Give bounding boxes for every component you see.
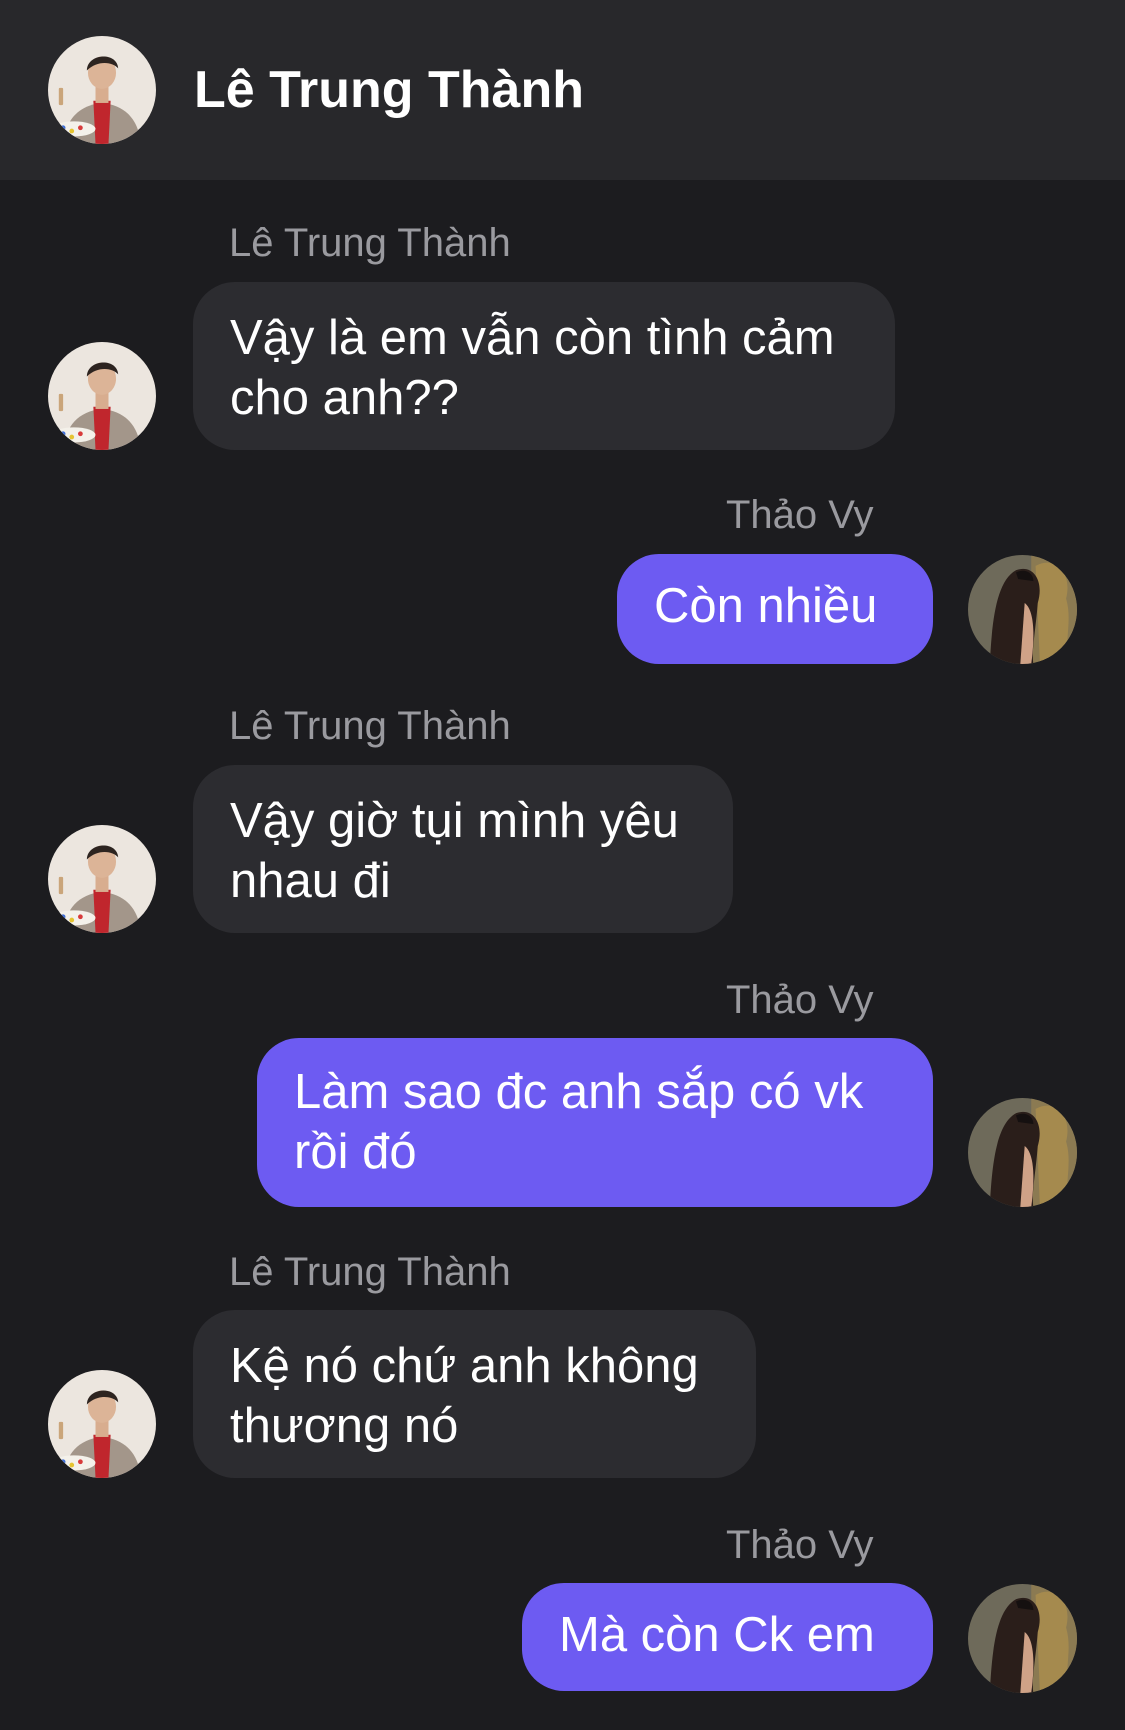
chat-header: Lê Trung Thành [0, 0, 1125, 180]
outgoing-message-bubble[interactable]: Mà còn Ck em [522, 1583, 933, 1691]
man-avatar-icon[interactable] [48, 825, 156, 933]
outgoing-message-bubble[interactable]: Còn nhiều [617, 554, 933, 664]
sender-name: Thảo Vy [726, 978, 874, 1022]
man-avatar-icon[interactable] [48, 342, 156, 450]
sender-name: Lê Trung Thành [229, 704, 511, 748]
incoming-message-bubble[interactable]: Vậy giờ tụi mình yêu nhau đi [193, 765, 733, 933]
outgoing-message-bubble[interactable]: Làm sao đc anh sắp có vk rồi đó [257, 1038, 933, 1207]
incoming-message-bubble[interactable]: Kệ nó chứ anh không thương nó [193, 1310, 756, 1478]
contact-name[interactable]: Lê Trung Thành [194, 60, 584, 120]
sender-name: Lê Trung Thành [229, 221, 511, 265]
contact-avatar-icon[interactable] [48, 36, 156, 144]
man-avatar-icon[interactable] [48, 1370, 156, 1478]
incoming-message-bubble[interactable]: Vậy là em vẫn còn tình cảm cho anh?? [193, 282, 895, 450]
woman-avatar-icon[interactable] [968, 1584, 1077, 1693]
sender-name: Lê Trung Thành [229, 1250, 511, 1294]
woman-avatar-icon[interactable] [968, 1098, 1077, 1207]
sender-name: Thảo Vy [726, 1523, 874, 1567]
woman-avatar-icon[interactable] [968, 555, 1077, 664]
sender-name: Thảo Vy [726, 493, 874, 537]
